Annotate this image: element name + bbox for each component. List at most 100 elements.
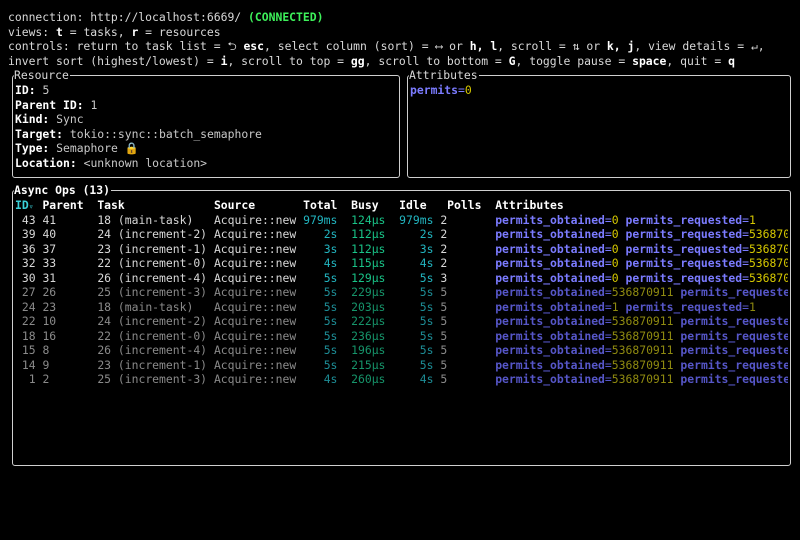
cell-busy: 196µs — [351, 343, 386, 357]
connection-line: connection: http://localhost:6669/ (CONN… — [8, 10, 323, 25]
attribute-key: permits_requested — [625, 256, 743, 270]
cell-id: 14 — [21, 357, 36, 372]
table-row[interactable]: 14 9 23 (increment-1) Acquire::new 5s 215µs 5s… — [15, 358, 788, 373]
cell-parent: 16 — [42, 328, 57, 343]
attribute-key: permits_obtained — [495, 227, 605, 241]
table-row[interactable]: 18 16 22 (increment-0) Acquire::new 5s 236µs 5… — [15, 329, 788, 344]
table-row[interactable]: 1 2 25 (increment-3) Acquire::new 4s 260µs 4s 5… — [15, 372, 788, 387]
column-header-busy[interactable]: Busy — [351, 198, 378, 213]
cell-polls: 5 — [440, 343, 448, 357]
cell-busy: 124µs — [351, 212, 386, 227]
cell-parent: 8 — [42, 343, 50, 357]
cell-idle: 4s — [419, 256, 434, 270]
attribute-value: 536870 — [748, 256, 788, 270]
table-row[interactable]: 22 10 24 (increment-2) Acquire::new 5s 222µs 5… — [15, 314, 788, 329]
attribute-key: permits_requested — [625, 227, 743, 241]
cell-busy: 215µs — [351, 357, 386, 372]
help-text: invert sort (highest/lowest) = — [8, 53, 221, 68]
cell-total: 2s — [323, 227, 338, 241]
column-header-source[interactable]: Source — [214, 198, 255, 213]
field-label: Target: — [15, 126, 64, 141]
table-row[interactable]: 43 41 18 (main-task) Acquire::new 979ms 124µs… — [15, 213, 788, 228]
attribute-key: permits_obtained — [495, 299, 605, 314]
resource-field: Parent ID: 1 — [15, 98, 97, 113]
help-text: , view details = ↵, — [634, 39, 765, 53]
keybinding: q — [728, 53, 735, 68]
cell-task: 25 (increment-3) — [97, 285, 208, 299]
help-text: = resources — [138, 24, 221, 39]
cell-source: Acquire::new — [213, 299, 297, 314]
cell-attributes: permits_obtained=536870911 permits_reque… — [495, 343, 788, 358]
keybinding: t — [56, 24, 63, 39]
attribute-value: 536870911 — [611, 343, 674, 357]
column-header-task[interactable]: Task — [97, 198, 124, 213]
field-label: ID: — [15, 83, 36, 97]
cell-attributes: permits_obtained=536870911 permits_reque… — [495, 285, 788, 300]
attribute-value: 536870911 — [611, 357, 674, 372]
table-row[interactable]: 30 31 26 (increment-4) Acquire::new 5s 129µs 5… — [15, 271, 788, 286]
attribute-value: 0 — [611, 227, 619, 241]
cell-task: 26 (increment-4) — [97, 343, 208, 357]
cell-parent: 37 — [42, 241, 57, 256]
attributes-panel-title: Attributes — [409, 68, 479, 82]
attribute-key: permits_obtained — [495, 357, 605, 372]
cell-source: Acquire::new — [213, 328, 297, 343]
cell-task: 25 (increment-3) — [97, 372, 208, 386]
table-header: ID▿ Parent Task Source Total Busy Idle Polls Att… — [15, 198, 788, 213]
column-header-id[interactable]: ID▿ — [15, 198, 34, 213]
table-row[interactable]: 27 26 25 (increment-3) Acquire::new 5s 229µs 5… — [15, 285, 788, 300]
column-header-attributes[interactable]: Attributes — [495, 198, 564, 213]
table-row[interactable]: 15 8 26 (increment-4) Acquire::new 5s 196µs 5s… — [15, 343, 788, 358]
resource-field: Type: Semaphore 🔒 — [15, 141, 139, 156]
attribute-key: permits_requeste — [680, 314, 788, 328]
cell-id: 27 — [21, 285, 36, 299]
attribute-key: permits — [410, 83, 459, 97]
table-row[interactable]: 32 33 22 (increment-0) Acquire::new 4s 115µs 4… — [15, 256, 788, 271]
cell-task: 24 (increment-2) — [97, 314, 208, 328]
cell-attributes: permits_obtained=0 permits_requested=1 — [495, 212, 756, 227]
attribute-key: permits_requeste — [680, 372, 788, 386]
attribute-value: 536870911 — [611, 328, 674, 343]
cell-idle: 5s — [419, 270, 434, 285]
column-header-polls[interactable]: Polls — [447, 198, 481, 213]
table-row[interactable]: 24 23 18 (main-task) Acquire::new 5s 203µs 5s 5… — [15, 300, 788, 315]
attribute-key: permits_obtained — [495, 256, 605, 270]
column-header-total[interactable]: Total — [303, 198, 337, 213]
keybinding: h, l — [469, 39, 498, 53]
cell-source: Acquire::new — [213, 285, 297, 299]
help-text: , scroll to top = — [227, 53, 351, 68]
cell-id: 22 — [21, 314, 36, 328]
cell-busy: 260µs — [351, 372, 386, 386]
cell-polls: 2 — [440, 241, 448, 256]
cell-task: 23 (increment-1) — [97, 357, 208, 372]
connection-label: connection: http://localhost:6669/ — [8, 10, 249, 24]
attribute-key: permits_requested — [625, 241, 743, 256]
cell-task: 23 (increment-1) — [97, 241, 208, 256]
cell-total: 5s — [323, 285, 338, 299]
resource-field: Location: <unknown location> — [15, 156, 207, 171]
cell-idle: 5s — [419, 357, 434, 372]
keybinding: space — [632, 53, 667, 68]
cell-total: 5s — [323, 357, 338, 372]
column-header-idle[interactable]: Idle — [399, 198, 426, 213]
help-text: views: — [8, 24, 57, 39]
table-row[interactable]: 39 40 24 (increment-2) Acquire::new 2s 112µs 2… — [15, 227, 788, 242]
cell-total: 5s — [323, 328, 338, 343]
attribute-key: permits_obtained — [495, 328, 605, 343]
cell-total: 979ms — [303, 212, 338, 227]
attribute-key: permits_obtained — [495, 241, 605, 256]
help-text: , toggle pause = — [515, 53, 633, 68]
cell-task: 22 (increment-0) — [97, 328, 208, 343]
cell-idle: 2s — [419, 227, 434, 241]
field-label: Location: — [15, 155, 77, 170]
cell-attributes: permits_obtained=536870911 permits_reque… — [495, 372, 788, 387]
column-header-parent[interactable]: Parent — [42, 198, 83, 213]
attribute-value: 0 — [611, 270, 619, 285]
field-value: Sync — [56, 112, 84, 126]
table-row[interactable]: 36 37 23 (increment-1) Acquire::new 3s 112µs 3… — [15, 242, 788, 257]
help-text: controls: return to task list = ⮌ — [8, 39, 244, 53]
attribute-item: permits=0 — [410, 83, 472, 97]
attribute-value: 536870911 — [611, 372, 674, 386]
attribute-key: permits_obtained — [495, 285, 605, 299]
attribute-value: 0 — [611, 256, 619, 270]
